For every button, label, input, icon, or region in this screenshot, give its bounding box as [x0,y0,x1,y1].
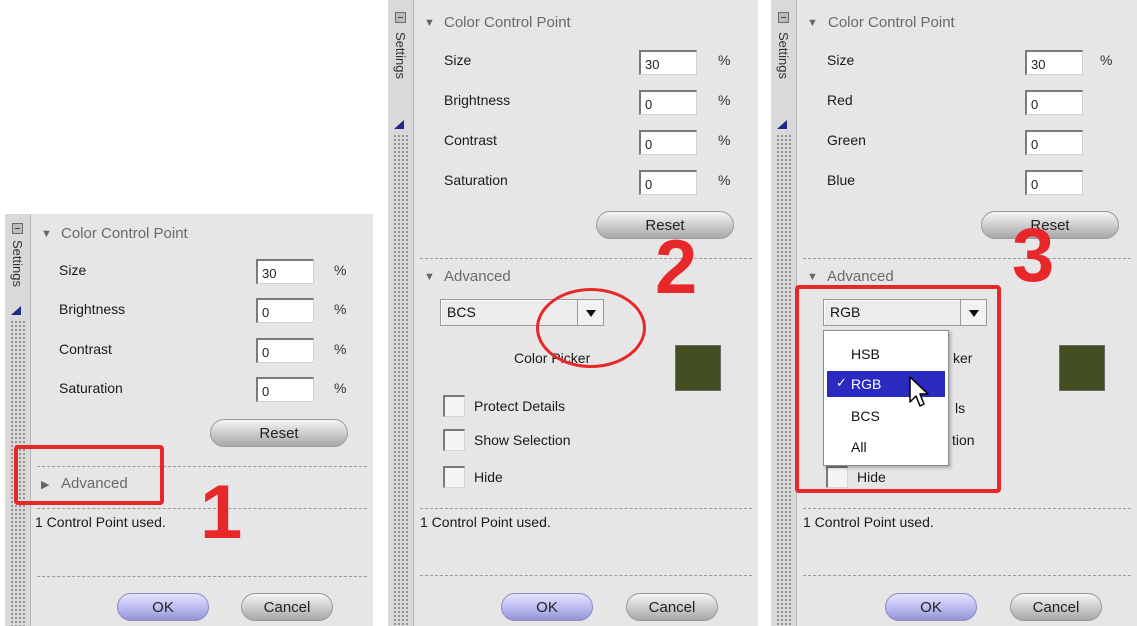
percent-unit: % [718,92,731,108]
cancel-button[interactable]: Cancel [241,593,333,621]
hide-label: Hide [474,469,503,485]
hide-checkbox[interactable] [443,466,465,488]
saturation-field[interactable]: 0 [639,170,697,195]
row-label-saturation: Saturation [59,380,123,396]
row-label-size: Size [59,262,87,278]
corner-anchor-icon [777,120,789,130]
status-text: 1 Control Point used. [803,514,934,530]
color-swatch[interactable] [675,345,721,391]
color-swatch[interactable] [1059,345,1105,391]
contrast-field[interactable]: 0 [639,130,697,155]
contrast-field[interactable]: 0 [256,338,314,363]
collapse-triangle-icon[interactable]: ▼ [807,271,818,283]
percent-unit: % [718,52,731,68]
advanced-section-toggle[interactable]: Advanced [827,268,894,285]
settings-strip: Settings [5,214,31,626]
divider [420,508,752,509]
percent-unit: % [334,262,347,278]
resize-grip-icon[interactable] [393,134,408,626]
corner-anchor-icon [394,120,406,130]
size-field[interactable]: 30 [639,50,697,75]
percent-unit: % [718,172,731,188]
green-field[interactable]: 0 [1025,130,1083,155]
row-label-size: Size [827,52,855,68]
row-label-size: Size [444,52,472,68]
row-label-contrast: Contrast [59,341,112,357]
blue-field[interactable]: 0 [1025,170,1083,195]
size-field[interactable]: 30 [256,259,314,284]
protect-details-checkbox[interactable] [443,395,465,417]
row-label-red: Red [827,92,853,108]
red-field[interactable]: 0 [1025,90,1083,115]
corner-anchor-icon [11,306,23,316]
annotation-circle-dropdown-arrow [536,288,646,368]
divider [803,508,1131,509]
protect-details-label: Protect Details [474,398,566,414]
minimize-icon[interactable] [395,12,406,23]
status-text: 1 Control Point used. [420,514,551,530]
ok-button[interactable]: OK [885,593,977,621]
reset-button[interactable]: Reset [210,419,348,447]
percent-unit: % [334,380,347,396]
resize-grip-icon[interactable] [776,134,791,626]
show-selection-label: Show Selection [474,432,571,448]
ok-button[interactable]: OK [117,593,209,621]
collapse-triangle-icon[interactable]: ▼ [424,271,435,283]
settings-panel-1: Settings ▼ Color Control Point Size 30 %… [5,214,373,626]
brightness-field[interactable]: 0 [256,298,314,323]
row-label-green: Green [827,132,866,148]
annotation-box-advanced [14,445,164,505]
annotation-number-3: 3 [1012,213,1055,298]
brightness-field[interactable]: 0 [639,90,697,115]
percent-unit: % [334,301,347,317]
settings-strip: Settings [771,0,797,626]
percent-unit: % [718,132,731,148]
saturation-field[interactable]: 0 [256,377,314,402]
section-title: Color Control Point [61,225,188,242]
divider [37,576,367,577]
divider [420,575,752,576]
settings-strip: Settings [388,0,414,626]
section-title: Color Control Point [444,14,571,31]
mode-dropdown-value: BCS [447,304,476,320]
divider [803,258,1131,259]
percent-unit: % [1100,52,1113,68]
row-label-brightness: Brightness [444,92,511,108]
percent-unit: % [334,341,347,357]
cancel-button[interactable]: Cancel [626,593,718,621]
collapse-triangle-icon[interactable]: ▼ [807,17,818,29]
row-label-brightness: Brightness [59,301,126,317]
divider [803,575,1131,576]
row-label-saturation: Saturation [444,172,508,188]
annotation-box-dropdown [795,285,1001,493]
advanced-section-toggle[interactable]: Advanced [444,268,511,285]
annotation-number-2: 2 [655,225,698,310]
show-selection-checkbox[interactable] [443,429,465,451]
collapse-triangle-icon[interactable]: ▼ [41,228,52,240]
collapse-triangle-icon[interactable]: ▼ [424,17,435,29]
minimize-icon[interactable] [778,12,789,23]
status-text: 1 Control Point used. [35,514,166,530]
settings-strip-label: Settings [776,32,791,79]
minimize-icon[interactable] [12,223,23,234]
annotation-number-1: 1 [200,470,243,555]
ok-button[interactable]: OK [501,593,593,621]
settings-strip-label: Settings [10,240,25,287]
row-label-blue: Blue [827,172,856,188]
row-label-contrast: Contrast [444,132,497,148]
section-title: Color Control Point [828,14,955,31]
divider [420,258,752,259]
settings-strip-label: Settings [393,32,408,79]
cancel-button[interactable]: Cancel [1010,593,1102,621]
size-field[interactable]: 30 [1025,50,1083,75]
